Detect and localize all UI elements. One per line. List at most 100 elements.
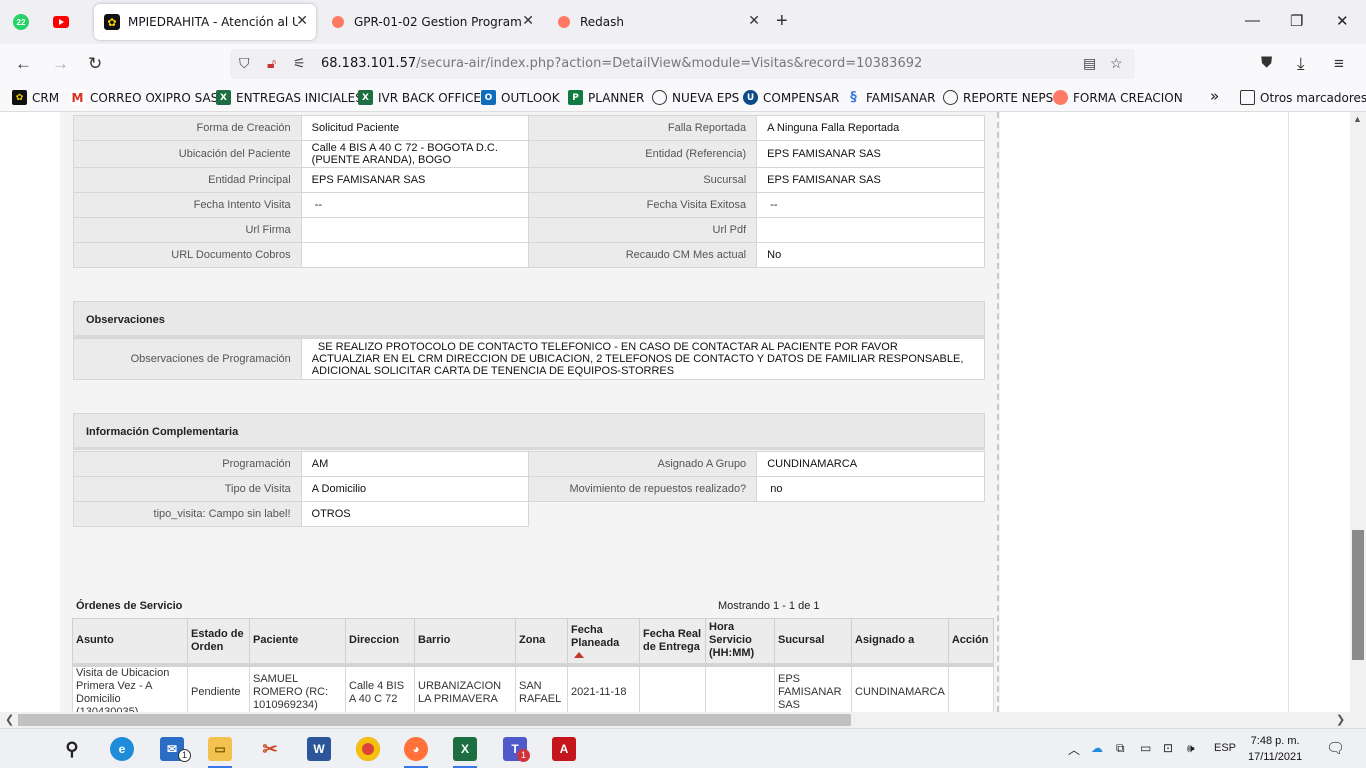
notifications-icon[interactable]: 🗨︎: [1326, 739, 1345, 757]
file-explorer-icon[interactable]: ▭: [208, 737, 232, 768]
youtube-pinned-tab[interactable]: [48, 9, 74, 35]
search-icon[interactable]: ⚲: [60, 737, 84, 761]
orders-column-header[interactable]: Asignado a: [851, 618, 949, 667]
excel-icon[interactable]: X: [453, 737, 477, 768]
column-header-label: Sucursal: [778, 634, 825, 647]
pocket-icon[interactable]: ⛊: [1261, 54, 1272, 71]
info-row: Tipo de Visita A Domicilio Movimiento de r…: [73, 476, 985, 502]
field-label: Tipo de Visita: [73, 476, 302, 502]
bookmark-nueva-eps[interactable]: NUEVA EPS: [652, 90, 739, 105]
bookmark-compensar[interactable]: U COMPENSAR: [743, 90, 839, 105]
close-window-icon[interactable]: ✕: [1336, 12, 1349, 30]
bookmark-reporte-neps[interactable]: REPORTE NEPS: [943, 90, 1053, 105]
firefox-icon[interactable]: ◕: [404, 737, 428, 768]
bookmark-planner[interactable]: P PLANNER: [568, 90, 644, 105]
volume-icon[interactable]: 🕪︎: [1187, 741, 1195, 756]
windows-start-icon[interactable]: [14, 740, 32, 758]
horizontal-scrollbar[interactable]: ❮ ❯: [0, 712, 1366, 728]
orders-column-header[interactable]: Hora Servicio (HH:MM): [705, 618, 775, 667]
paw-icon: ✿: [12, 90, 27, 105]
forward-arrow-icon[interactable]: →: [52, 54, 69, 74]
vertical-scrollbar-thumb[interactable]: [1352, 530, 1364, 660]
horizontal-scrollbar-thumb[interactable]: [18, 714, 851, 726]
orders-column-header[interactable]: Barrio: [414, 618, 516, 667]
tab-mpiedrahita[interactable]: ✿ MPIEDRAHITA - Atención al Usu ✕: [94, 4, 316, 40]
onedrive-icon[interactable]: ☁: [1091, 741, 1103, 755]
language-indicator[interactable]: ESP: [1214, 742, 1236, 754]
acrobat-icon[interactable]: A: [552, 737, 576, 761]
close-tab-icon[interactable]: ✕: [296, 13, 308, 29]
tab-redash[interactable]: Redash ✕: [546, 4, 768, 40]
scroll-left-arrow-icon[interactable]: ❮: [5, 713, 14, 726]
bookmark-star-icon[interactable]: ☆: [1110, 55, 1123, 72]
address-bar[interactable]: ⛉ 🔓︎ ⚟ 68.183.101.57/secura-air/index.ph…: [230, 49, 1135, 79]
chevron-up-icon[interactable]: ︿: [1068, 741, 1080, 758]
sort-ascending-icon[interactable]: [574, 651, 584, 658]
maximize-icon[interactable]: ❐: [1290, 12, 1303, 30]
whatsapp-pinned-tab[interactable]: 22: [8, 9, 34, 35]
orders-column-header[interactable]: Direccion: [345, 618, 415, 667]
bookmark-forma-creacion[interactable]: FORMA CREACION: [1053, 90, 1183, 105]
bookmark-outlook[interactable]: O OUTLOOK: [481, 90, 560, 105]
field-value: AM: [300, 451, 530, 477]
minimize-icon[interactable]: —: [1245, 12, 1260, 29]
scroll-up-arrow-icon[interactable]: ▲: [1353, 114, 1362, 124]
field-label: URL Documento Cobros: [73, 242, 302, 268]
navigation-toolbar: ← → ↻ ⛉ 🔓︎ ⚟ 68.183.101.57/secura-air/in…: [0, 44, 1366, 84]
table-row[interactable]: Visita de Ubicacion Primera Vez - A Domi…: [72, 664, 994, 712]
bookmark-ivr[interactable]: X IVR BACK OFFICE: [358, 90, 481, 105]
orders-column-header[interactable]: Paciente: [249, 618, 346, 667]
orders-column-header[interactable]: Asunto: [72, 618, 188, 667]
orders-column-header[interactable]: Zona: [515, 618, 568, 667]
new-tab-button[interactable]: +: [776, 10, 788, 33]
table-cell: [947, 664, 994, 712]
other-bookmarks[interactable]: Otros marcadores: [1240, 90, 1366, 105]
field-label: Entidad (Referencia): [528, 140, 758, 168]
reader-view-icon[interactable]: ▤: [1083, 55, 1096, 72]
outlook-icon: O: [481, 90, 496, 105]
device-icon[interactable]: ⧉: [1116, 741, 1125, 756]
table-cell: Visita de Ubicacion Primera Vez - A Domi…: [72, 664, 188, 712]
whatsapp-badge: 22: [13, 14, 29, 30]
back-arrow-icon[interactable]: ←: [15, 54, 32, 74]
scroll-right-arrow-icon[interactable]: ❯: [1336, 713, 1345, 726]
edge-icon[interactable]: e: [110, 737, 134, 761]
orders-column-header[interactable]: Fecha Planeada: [567, 618, 640, 667]
bookmark-entregas[interactable]: X ENTREGAS INICIALES: [216, 90, 363, 105]
battery-icon[interactable]: ▭: [1140, 741, 1151, 755]
close-tab-icon[interactable]: ✕: [522, 13, 534, 29]
orders-column-header[interactable]: Fecha Real de Entrega: [639, 618, 706, 667]
orders-column-header[interactable]: Estado de Orden: [187, 618, 250, 667]
bookmark-crm[interactable]: ✿ CRM: [12, 90, 59, 105]
network-icon[interactable]: ⊡: [1163, 741, 1173, 755]
redash-icon: [1053, 90, 1068, 105]
detail-row: Entidad Principal EPS FAMISANAR SAS Sucurs…: [73, 167, 985, 193]
bookmark-label: REPORTE NEPS: [963, 90, 1054, 105]
snipping-tool-icon[interactable]: ✂: [258, 737, 282, 761]
orders-column-header[interactable]: Sucursal: [774, 618, 852, 667]
bookmark-correo[interactable]: M CORREO OXIPRO SAS: [70, 90, 218, 105]
shield-icon[interactable]: ⛉: [239, 55, 250, 72]
insecure-lock-icon[interactable]: 🔓︎: [267, 55, 276, 72]
close-tab-icon[interactable]: ✕: [748, 13, 760, 29]
vertical-scrollbar[interactable]: ▲: [1350, 112, 1366, 712]
url-text[interactable]: 68.183.101.57/secura-air/index.php?actio…: [321, 56, 922, 71]
reload-icon[interactable]: ↻: [88, 54, 102, 74]
clock[interactable]: 7:48 p. m. 17/11/2021: [1248, 733, 1302, 765]
bookmark-famisanar[interactable]: § FAMISANAR: [846, 90, 935, 105]
tipo-visita-label: tipo_visita: Campo sin label!: [73, 501, 302, 527]
tab-gpr[interactable]: GPR-01-02 Gestion Programacio ✕: [320, 4, 542, 40]
word-icon[interactable]: W: [307, 737, 331, 761]
field-value: --: [756, 192, 985, 218]
bookmark-label: CRM: [32, 90, 60, 105]
orders-column-header[interactable]: Acción: [947, 618, 994, 667]
orders-count: Mostrando 1 - 1 de 1: [718, 600, 820, 612]
menu-icon[interactable]: ≡: [1334, 54, 1344, 74]
chrome-icon[interactable]: [356, 737, 380, 761]
downloads-icon[interactable]: ⤓: [1297, 54, 1305, 74]
permissions-icon[interactable]: ⚟: [293, 55, 306, 72]
field-value: [300, 242, 530, 268]
field-label: Sucursal: [528, 167, 758, 193]
field-label: Movimiento de repuestos realizado?: [528, 476, 758, 502]
more-bookmarks-icon[interactable]: »: [1210, 87, 1219, 105]
